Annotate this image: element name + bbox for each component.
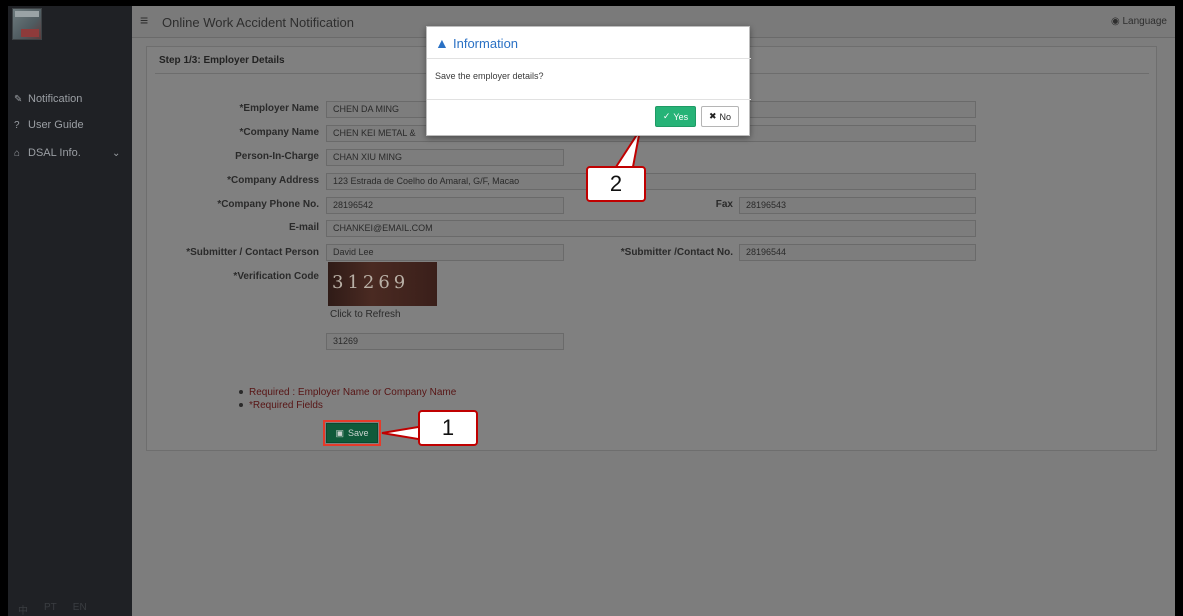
check-icon: ✓ — [662, 111, 671, 121]
company-address-label: *Company Address — [227, 175, 319, 186]
captcha-image[interactable]: 31269 — [328, 262, 437, 306]
note-text: *Required Fields — [249, 400, 323, 411]
email-label: E-mail — [288, 222, 319, 233]
sidebar-item-user-guide[interactable]: ? User Guide — [8, 114, 132, 136]
home-icon: ⌂ — [14, 147, 21, 159]
sidebar-item-dsal-info[interactable]: ⌂ DSAL Info. ⌄ — [8, 142, 132, 164]
sidebar-item-label: Notification — [28, 93, 83, 105]
lang-portuguese[interactable]: PT — [44, 602, 57, 616]
company-phone-input[interactable]: 28196542 — [326, 197, 564, 214]
dialog-message: Save the employer details? — [435, 71, 544, 81]
verification-label: *Verification Code — [233, 271, 319, 282]
callout-step-2: 2 — [586, 166, 646, 202]
note-text: Required : Employer Name or Company Name — [249, 387, 457, 398]
lang-english[interactable]: EN — [73, 602, 87, 616]
fax-input[interactable]: 28196543 — [739, 197, 976, 214]
logo-bottom-band — [21, 29, 39, 37]
dialog-header: ▲ Information — [427, 27, 751, 59]
warning-icon: ▲ — [435, 35, 449, 51]
person-in-charge-input[interactable]: CHAN XIU MING — [326, 149, 564, 166]
person-in-charge-label: Person-In-Charge — [235, 151, 319, 162]
language-label: Language — [1122, 16, 1168, 27]
submitter-label: *Submitter / Contact Person — [186, 247, 319, 258]
floppy-disk-icon: ▣ — [335, 427, 344, 438]
dialog-divider — [427, 99, 751, 100]
employer-name-label: *Employer Name — [239, 103, 319, 114]
email-input[interactable]: CHANKEI@EMAIL.COM — [326, 220, 976, 237]
lang-chinese[interactable]: 中 — [18, 602, 28, 616]
yes-label: Yes — [673, 111, 689, 122]
screenshot-frame: ✎ Notification ? User Guide ⌂ DSAL Info.… — [0, 0, 1183, 616]
language-switcher: 中 PT EN — [8, 602, 132, 616]
fax-label: Fax — [715, 199, 733, 210]
question-icon: ? — [14, 119, 20, 131]
refresh-captcha-link[interactable]: Click to Refresh — [330, 309, 401, 320]
required-note-1: Required : Employer Name or Company Name — [239, 387, 456, 398]
submitter-no-input[interactable]: 28196544 — [739, 244, 976, 261]
dsal-logo — [12, 8, 42, 40]
hamburger-menu-icon[interactable]: ≡ — [140, 13, 152, 27]
yes-button[interactable]: ✓ Yes — [655, 106, 696, 127]
no-button[interactable]: ✖ No — [701, 106, 739, 127]
company-name-label: *Company Name — [239, 127, 319, 138]
step-title: Step 1/3: Employer Details — [159, 55, 285, 66]
submitter-no-label: *Submitter /Contact No. — [620, 247, 733, 258]
company-address-input[interactable]: 123 Estrada de Coelho do Amaral, G/F, Ma… — [326, 173, 976, 190]
language-selector[interactable]: ◉ Language — [1111, 16, 1167, 27]
information-dialog: ▲ Information Save the employer details?… — [426, 26, 751, 136]
bullet-icon — [239, 403, 243, 408]
sidebar-item-label: DSAL Info. — [28, 147, 81, 159]
globe-icon: ◉ — [1110, 16, 1120, 27]
app-title: Online Work Accident Notification — [162, 15, 354, 30]
edit-icon: ✎ — [14, 93, 23, 105]
sidebar: ✎ Notification ? User Guide ⌂ DSAL Info.… — [8, 6, 132, 616]
save-button[interactable]: ▣ Save — [326, 423, 378, 443]
callout-step-1: 1 — [418, 410, 478, 446]
logo-top-band — [15, 11, 39, 17]
close-icon: ✖ — [708, 111, 717, 121]
dialog-title: Information — [453, 36, 519, 51]
no-label: No — [719, 111, 732, 122]
chevron-down-icon: ⌄ — [112, 147, 121, 159]
bullet-icon — [239, 390, 243, 395]
verification-input[interactable]: 31269 — [326, 333, 564, 350]
company-phone-label: *Company Phone No. — [217, 199, 319, 210]
sidebar-item-notification[interactable]: ✎ Notification — [8, 88, 132, 110]
save-label: Save — [348, 428, 369, 438]
submitter-input[interactable]: David Lee — [326, 244, 564, 261]
required-note-2: *Required Fields — [239, 400, 323, 411]
app-window: ✎ Notification ? User Guide ⌂ DSAL Info.… — [8, 6, 1175, 616]
sidebar-item-label: User Guide — [28, 119, 84, 131]
